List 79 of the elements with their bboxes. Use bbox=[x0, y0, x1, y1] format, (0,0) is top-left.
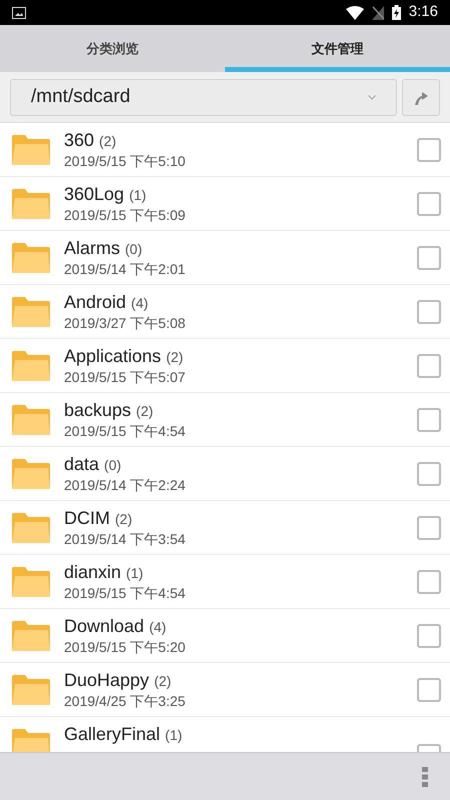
folder-icon bbox=[12, 404, 50, 434]
folder-name: 360 bbox=[64, 129, 94, 151]
item-count: (2) bbox=[115, 510, 132, 529]
modified-date: 2019/4/25 下午3:25 bbox=[64, 692, 186, 710]
battery-charging-icon bbox=[392, 5, 401, 20]
item-count: (1) bbox=[129, 186, 146, 205]
folder-name: Download bbox=[64, 615, 144, 637]
path-dropdown[interactable]: /mnt/sdcard bbox=[10, 78, 397, 116]
folder-row[interactable]: Android (4) 2019/3/27 下午5:08 bbox=[0, 285, 450, 339]
checkbox[interactable] bbox=[417, 570, 441, 594]
checkbox[interactable] bbox=[417, 354, 441, 378]
folder-row[interactable]: 360Log (1) 2019/5/15 下午5:09 bbox=[0, 177, 450, 231]
modified-date: 2019/5/15 下午4:54 bbox=[64, 422, 186, 440]
folder-row[interactable]: dianxin (1) 2019/5/15 下午4:54 bbox=[0, 555, 450, 609]
item-count: (2) bbox=[136, 402, 154, 421]
image-notification-icon bbox=[12, 6, 26, 18]
checkbox[interactable] bbox=[417, 462, 441, 486]
folder-row[interactable]: Applications (2) 2019/5/15 下午5:07 bbox=[0, 339, 450, 393]
folder-icon bbox=[12, 134, 50, 164]
item-count: (2) bbox=[99, 132, 116, 151]
modified-date: 2019/5/14 下午2:01 bbox=[64, 260, 186, 278]
item-count: (4) bbox=[149, 618, 166, 637]
modified-date: 2019/5/15 下午5:20 bbox=[64, 638, 186, 656]
more-options-icon[interactable] bbox=[422, 766, 428, 786]
item-count: (2) bbox=[154, 672, 172, 691]
folder-row[interactable]: Alarms (0) 2019/5/14 下午2:01 bbox=[0, 231, 450, 285]
checkbox[interactable] bbox=[417, 624, 441, 648]
folder-row[interactable]: 360 (2) 2019/5/15 下午5:10 bbox=[0, 123, 450, 177]
folder-icon bbox=[12, 674, 50, 704]
folder-row[interactable]: backups (2) 2019/5/15 下午4:54 bbox=[0, 393, 450, 447]
folder-name: backups bbox=[64, 399, 132, 421]
modified-date: 2019/5/15 下午4:54 bbox=[64, 584, 186, 602]
folder-icon bbox=[12, 512, 50, 542]
item-count: (1) bbox=[165, 726, 182, 745]
folder-row[interactable]: data (0) 2019/5/14 下午2:24 bbox=[0, 447, 450, 501]
folder-name: DuoHappy bbox=[64, 669, 150, 691]
checkbox[interactable] bbox=[417, 300, 441, 324]
modified-date: 2019/3/27 下午5:08 bbox=[64, 314, 186, 332]
folder-name: Alarms bbox=[64, 237, 120, 259]
up-directory-button[interactable] bbox=[402, 78, 440, 116]
no-signal-icon bbox=[372, 6, 384, 20]
checkbox[interactable] bbox=[417, 408, 441, 432]
wifi-icon bbox=[346, 6, 364, 20]
folder-icon bbox=[12, 566, 50, 596]
tab[interactable]: 分类浏览 bbox=[0, 25, 225, 72]
modified-date: 2019/5/14 下午2:24 bbox=[64, 476, 186, 494]
folder-icon bbox=[12, 728, 50, 752]
item-count: (1) bbox=[126, 564, 144, 583]
item-count: (4) bbox=[131, 294, 148, 313]
folder-row[interactable]: DuoHappy (2) 2019/4/25 下午3:25 bbox=[0, 663, 450, 717]
folder-name: 360Log bbox=[64, 183, 124, 205]
folder-icon bbox=[12, 350, 50, 380]
checkbox[interactable] bbox=[417, 192, 441, 216]
modified-date: 2019/5/15 下午5:07 bbox=[64, 368, 186, 386]
folder-row[interactable]: Download (4) 2019/5/15 下午5:20 bbox=[0, 609, 450, 663]
checkbox[interactable] bbox=[417, 138, 441, 162]
item-count: (0) bbox=[125, 240, 142, 259]
folder-name: GalleryFinal bbox=[64, 723, 160, 745]
modified-date: 2019/5/14 下午3:54 bbox=[64, 530, 186, 548]
modified-date: 2019/5/15 下午5:09 bbox=[64, 206, 186, 224]
clock-time: 3:16 bbox=[408, 2, 438, 22]
checkbox[interactable] bbox=[417, 516, 441, 540]
folder-icon bbox=[12, 296, 50, 326]
checkbox[interactable] bbox=[417, 246, 441, 270]
folder-row[interactable]: DCIM (2) 2019/5/14 下午3:54 bbox=[0, 501, 450, 555]
folder-icon bbox=[12, 458, 50, 488]
folder-name: Android bbox=[64, 291, 126, 313]
folder-icon bbox=[12, 620, 50, 650]
folder-name: Applications bbox=[64, 345, 162, 367]
folder-name: data bbox=[64, 453, 100, 475]
modified-date: 2019/5/15 下午5:10 bbox=[64, 152, 186, 170]
folder-icon bbox=[12, 242, 50, 272]
folder-name: dianxin bbox=[64, 561, 122, 583]
folder-name: DCIM bbox=[64, 507, 110, 529]
folder-icon bbox=[12, 188, 50, 218]
item-count: (2) bbox=[166, 348, 184, 367]
item-count: (0) bbox=[104, 456, 122, 475]
caret-icon bbox=[368, 94, 376, 100]
checkbox[interactable] bbox=[417, 678, 441, 702]
